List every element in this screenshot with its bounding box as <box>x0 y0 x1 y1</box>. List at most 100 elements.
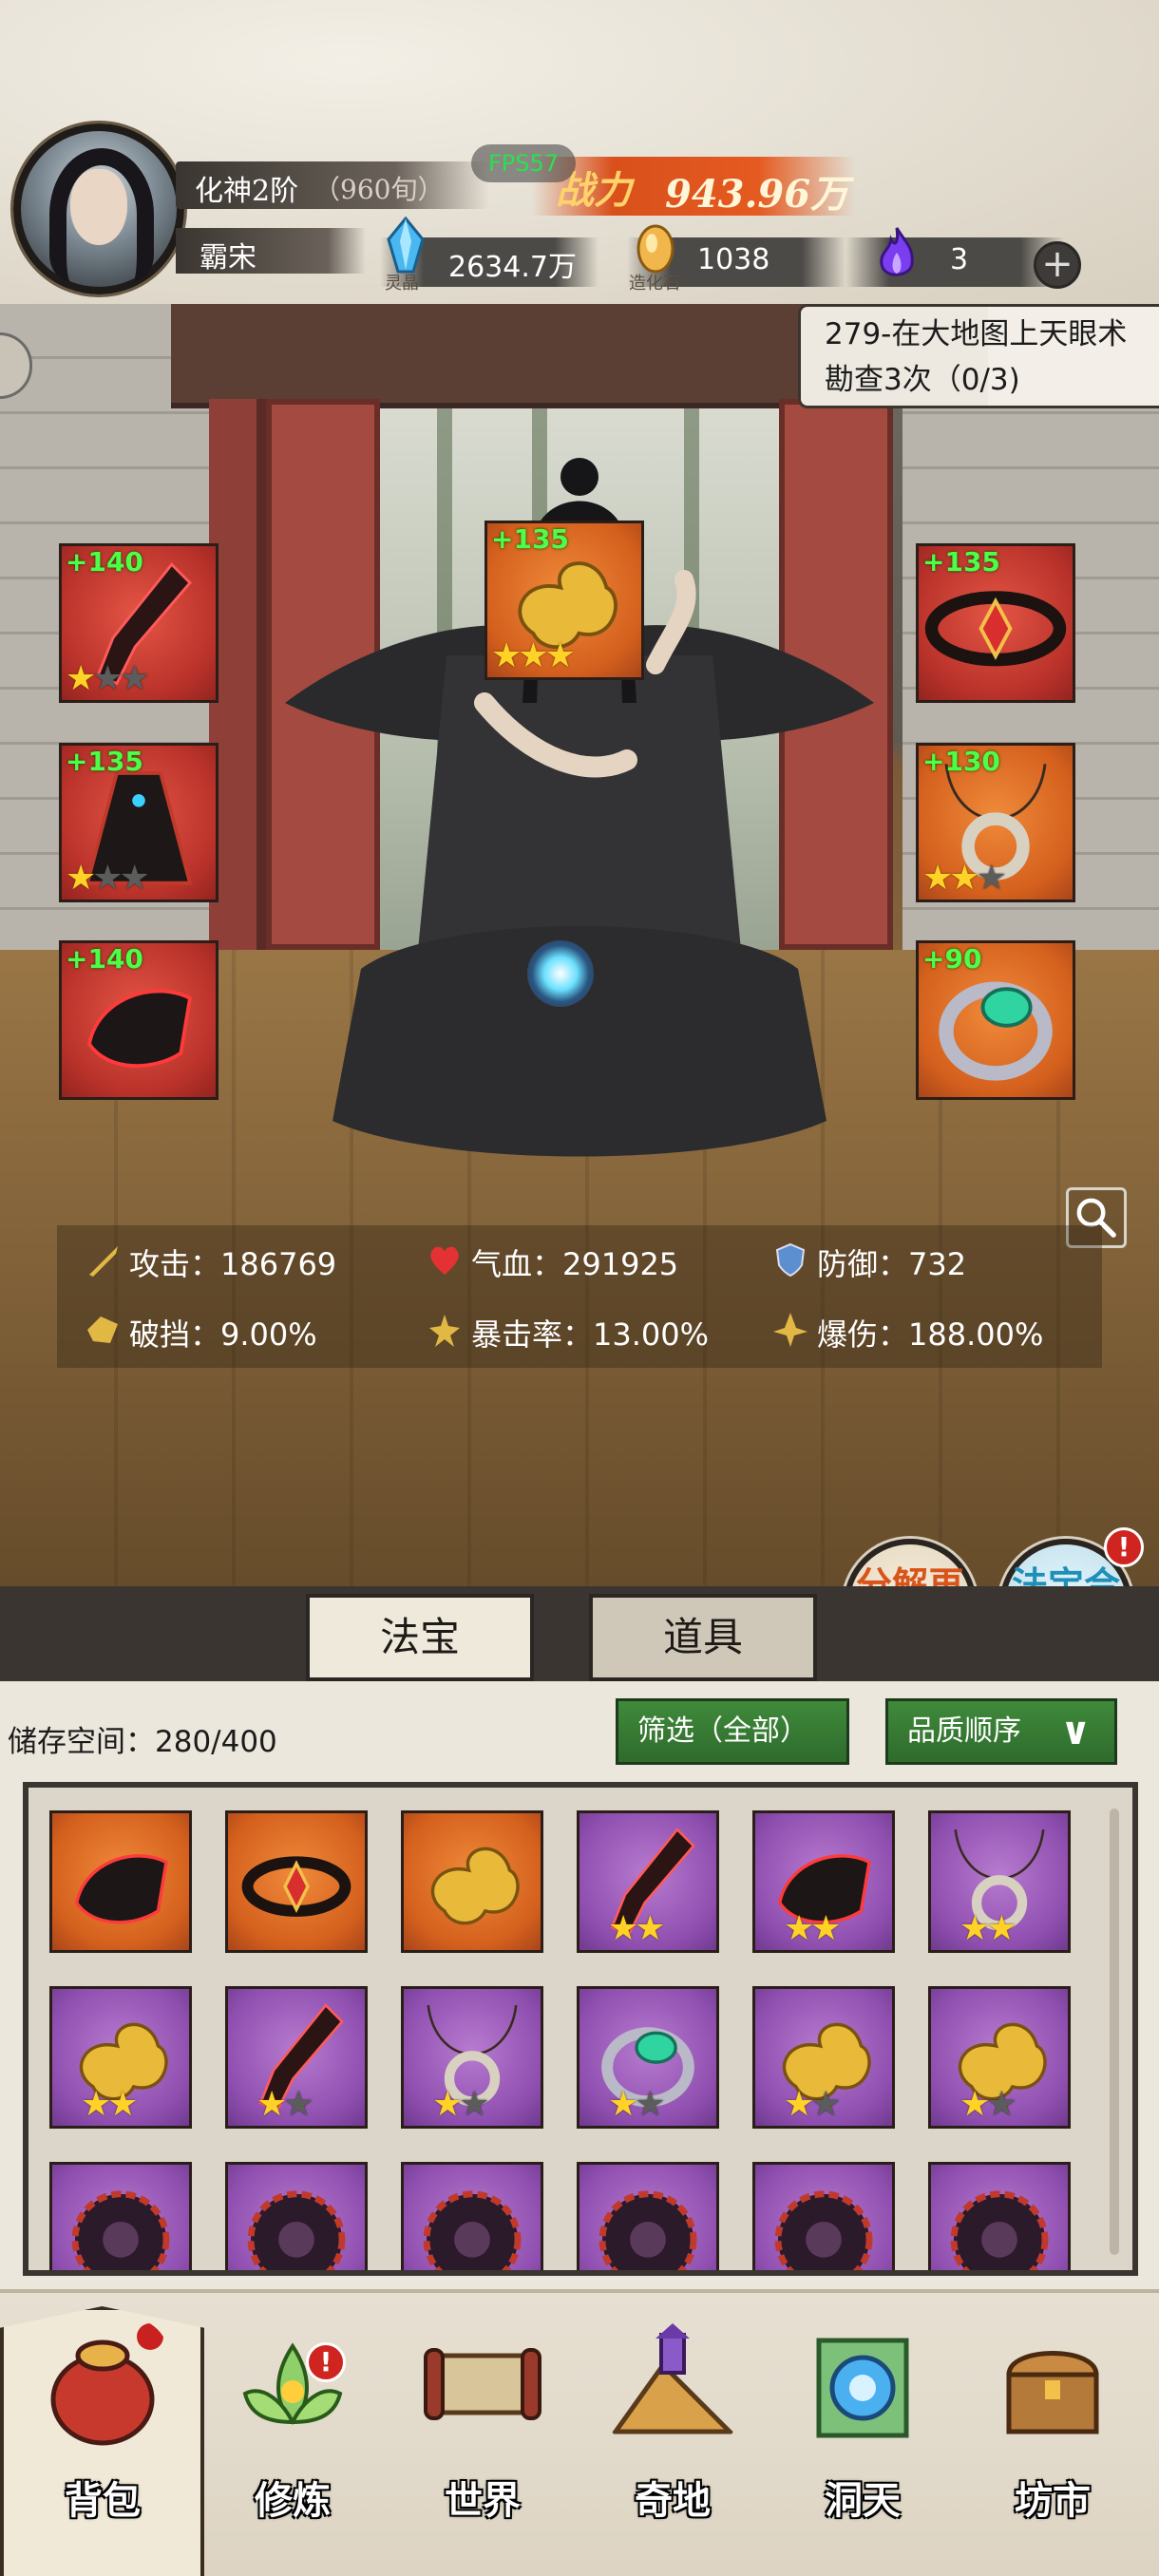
equip-bonus: +135 <box>66 746 143 777</box>
star-rating: ★★ <box>81 2085 139 2124</box>
equip-slot-ring[interactable]: +90 <box>916 940 1075 1100</box>
wheel-icon <box>71 2190 170 2270</box>
spirit-orb <box>527 940 594 1007</box>
inventory-scrollbar[interactable] <box>1110 1809 1119 2255</box>
nav-bag[interactable]: 背包 <box>17 2308 188 2555</box>
spirit-crystal-value: 2634.7万 <box>448 251 577 284</box>
treasure-chest-icon <box>1006 2351 1099 2434</box>
creation-stone-caption: 造化石 <box>629 274 680 294</box>
nav-cultivate[interactable]: 修炼 <box>207 2308 378 2555</box>
stat-defense: 防御：732 <box>817 1246 967 1282</box>
cultivate-notification-badge: ! <box>306 2342 346 2382</box>
star-rating: ★★ <box>432 2085 490 2124</box>
star-rating: ★★★ <box>66 659 150 698</box>
tab-treasure[interactable]: 法宝 <box>306 1594 534 1681</box>
mountain-pagoda-icon <box>611 2323 736 2434</box>
inventory-item[interactable]: ★★ <box>577 1986 719 2129</box>
tab-items[interactable]: 道具 <box>589 1594 817 1681</box>
crit-rate-icon <box>429 1315 460 1347</box>
nav-bag-label: 背包 <box>65 2478 141 2523</box>
star-rating: ★★★ <box>491 636 576 675</box>
crit-damage-icon <box>773 1313 808 1347</box>
nav-world-label: 世界 <box>445 2478 521 2523</box>
avatar-face <box>70 169 127 245</box>
star-rating: ★★ <box>784 2085 842 2124</box>
stat-break: 破挡：9.00% <box>129 1316 317 1353</box>
add-resource-button[interactable]: + <box>1034 241 1081 289</box>
inventory-item[interactable]: ★★ <box>49 1986 192 2129</box>
equip-bonus: +140 <box>66 546 143 578</box>
equip-bonus: +140 <box>66 943 143 975</box>
nav-wonderland[interactable]: 奇地 <box>587 2308 758 2555</box>
inventory-item[interactable]: ★★ <box>928 1810 1071 1953</box>
star-rating: ★★ <box>256 2085 314 2124</box>
inventory-item[interactable] <box>225 1810 368 1953</box>
treasure-icon <box>430 1847 520 1925</box>
nav-market-label: 坊市 <box>1015 2478 1091 2523</box>
nav-world[interactable]: 世界 <box>397 2308 568 2555</box>
break-guard-icon <box>87 1316 118 1343</box>
equip-bonus: +90 <box>922 943 982 975</box>
spirit-crystal-caption: 灵晶 <box>385 274 419 294</box>
spirit-crystal-icon <box>387 217 425 274</box>
inventory-item[interactable] <box>577 2162 719 2270</box>
equip-slot-treasure[interactable]: +135 ★★★ <box>484 521 644 680</box>
creation-stone-value: 1038 <box>697 243 770 276</box>
bag-icon <box>50 2323 163 2446</box>
inventory-item[interactable]: ★★ <box>577 1810 719 1953</box>
equip-slot-crown[interactable]: +135 <box>916 543 1075 703</box>
nav-cave-heaven[interactable]: 洞天 <box>777 2308 948 2555</box>
player-name: 霸宋 <box>200 241 256 275</box>
equip-slot-weapon[interactable]: +140 ★★★ <box>59 543 218 703</box>
quest-text: 279-在大地图上天眼术勘查3次（0/3) <box>825 317 1128 397</box>
equip-slot-boots[interactable]: +140 <box>59 940 218 1100</box>
equip-bonus: +135 <box>922 546 1000 578</box>
boots-icon <box>74 1854 168 1924</box>
tab-strip <box>0 1586 1159 1681</box>
inventory-item[interactable] <box>49 1810 192 1953</box>
inventory-item[interactable] <box>49 2162 192 2270</box>
inventory-item[interactable]: ★★ <box>752 1986 895 2129</box>
combat-power-value: 943.96万 <box>665 172 849 217</box>
inventory-item[interactable]: ★★ <box>225 1986 368 2129</box>
inventory-item[interactable]: ★★ <box>928 1986 1071 2129</box>
wheel-icon <box>598 2190 697 2270</box>
nav-market[interactable]: 坊市 <box>967 2308 1138 2555</box>
chevron-down-icon: ∨ <box>1060 1710 1092 1753</box>
inventory-item[interactable]: ★★ <box>752 1810 895 1953</box>
star-rating: ★★★ <box>66 859 150 898</box>
stat-crit-damage: 爆伤：188.00% <box>817 1316 1044 1353</box>
star-rating: ★★ <box>784 1909 842 1948</box>
wheel-icon <box>247 2190 346 2270</box>
filter-button[interactable]: 筛选（全部） <box>616 1698 849 1765</box>
equip-slot-necklace[interactable]: +130 ★★★ <box>916 743 1075 902</box>
purple-flame-value: 3 <box>950 243 969 276</box>
equip-bonus: +135 <box>491 523 569 555</box>
inventory-item[interactable] <box>401 1810 543 1953</box>
inventory-item[interactable] <box>401 2162 543 2270</box>
cultivation-rank-duration: （960旬） <box>314 174 445 205</box>
star-rating: ★★ <box>960 2085 1017 2124</box>
stat-hp: 气血：291925 <box>471 1246 679 1282</box>
star-rating: ★★★ <box>922 859 1007 898</box>
purple-flame-icon <box>880 227 914 276</box>
cultivation-rank: 化神2阶 <box>195 175 299 208</box>
inventory-item[interactable] <box>928 2162 1071 2270</box>
wheel-icon <box>950 2190 1049 2270</box>
player-avatar[interactable] <box>13 123 184 294</box>
star-rating: ★★ <box>608 1909 666 1948</box>
crown-icon <box>241 1856 352 1917</box>
equip-bonus: +130 <box>922 746 1000 777</box>
inventory-item[interactable] <box>225 2162 368 2270</box>
wheel-icon <box>774 2190 873 2270</box>
inventory-item[interactable]: ★★ <box>401 1986 543 2129</box>
equip-slot-robe[interactable]: +135 ★★★ <box>59 743 218 902</box>
fps-counter: FPS57 <box>471 144 576 182</box>
heart-icon <box>430 1246 459 1275</box>
portal-gate-icon <box>816 2338 909 2438</box>
inventory-grid: ★★ ★★ ★★ ★★ ★★ ★★ ★★ ★★ ★★ <box>23 1782 1138 2276</box>
inventory-item[interactable] <box>752 2162 895 2270</box>
scroll-map-icon <box>424 2348 542 2420</box>
synthesize-notification-badge: ! <box>1104 1527 1144 1567</box>
nav-cultivate-label: 修炼 <box>255 2478 331 2523</box>
